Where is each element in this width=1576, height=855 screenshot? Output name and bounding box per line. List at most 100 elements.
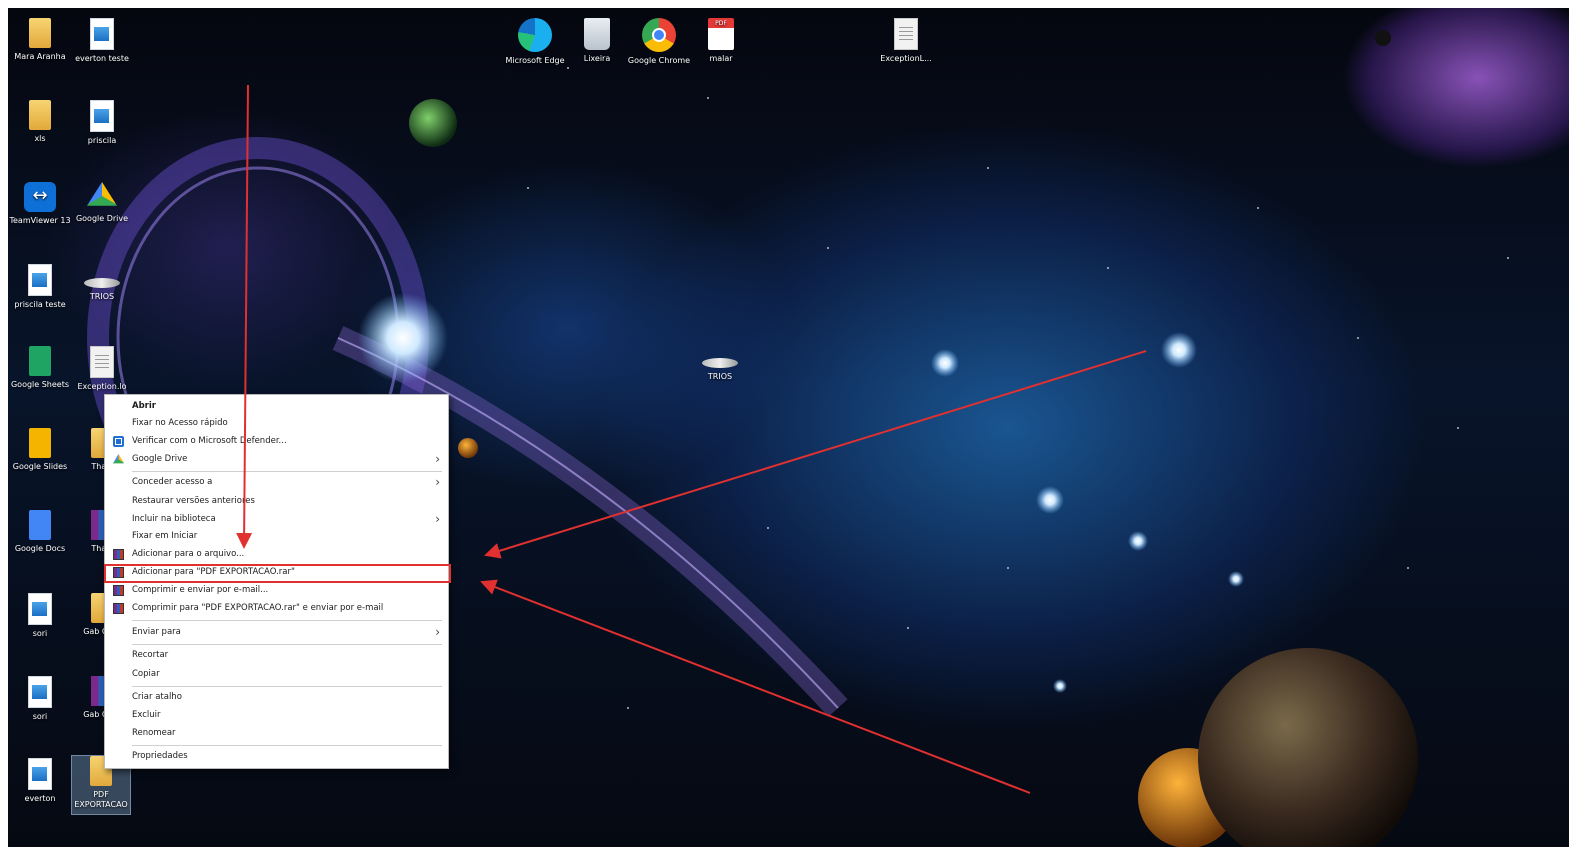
menu-item-label: Google Drive	[132, 454, 188, 464]
desktop-icon-google-docs[interactable]: Google Docs	[8, 510, 72, 554]
menu-item-label: Comprimir e enviar por e-mail...	[132, 585, 269, 595]
edge-icon	[518, 18, 552, 52]
menu-item-label: Incluir na biblioteca	[132, 514, 216, 524]
chevron-right-icon: ›	[435, 625, 440, 639]
desktop-icon-teamviewer[interactable]: TeamViewer 13	[8, 182, 72, 226]
icon-label: xls	[34, 134, 46, 143]
icon-label: Google Slides	[12, 462, 68, 471]
desktop-icon-lixeira[interactable]: Lixeira	[565, 18, 629, 64]
menu-item-label: Propriedades	[132, 751, 188, 761]
desktop-icon-microsoft-edge[interactable]: Microsoft Edge	[503, 18, 567, 66]
menu-item-label: Recortar	[132, 650, 169, 660]
teamviewer-icon	[24, 182, 56, 212]
menu-item-label: Adicionar para "PDF EXPORTACAO.rar"	[132, 567, 295, 577]
desktop-icon-google-sheets[interactable]: Google Sheets	[8, 346, 72, 390]
google-sheets-icon	[29, 346, 51, 376]
menu-item-label: Copiar	[132, 669, 160, 679]
menu-item-label: Fixar em Iniciar	[132, 531, 198, 541]
chevron-right-icon: ›	[435, 452, 440, 466]
menu-item-label: Excluir	[132, 710, 161, 720]
menu-item-properties[interactable]: Propriedades	[105, 748, 448, 765]
menu-item-rename[interactable]: Renomear	[105, 725, 448, 742]
pdf-file-icon	[708, 18, 734, 50]
menu-item-cut[interactable]: Recortar	[105, 647, 448, 664]
icon-label: Lixeira	[583, 54, 611, 63]
desktop-icon-mara-aranha[interactable]: Mara Aranha	[8, 18, 72, 62]
desktop-icon-xls[interactable]: xls	[8, 100, 72, 144]
folder-icon	[29, 100, 51, 130]
menu-separator	[132, 686, 442, 687]
defender-icon	[113, 436, 124, 447]
menu-separator	[132, 471, 442, 472]
icon-label: everton	[24, 794, 56, 803]
desktop-icon-sori-2[interactable]: sori	[8, 676, 72, 722]
winrar-icon	[113, 567, 124, 578]
icon-label: priscila	[87, 136, 117, 145]
icon-label: TRIOS	[89, 292, 115, 301]
icon-label: everton teste	[75, 54, 129, 63]
icon-label: Google Docs	[14, 544, 66, 553]
menu-item-label: Enviar para	[132, 627, 181, 637]
menu-item-send-to[interactable]: Enviar para ›	[105, 624, 448, 641]
icon-label: Google Chrome	[627, 56, 691, 65]
icon-label: Google Drive	[75, 214, 129, 223]
icon-label: sori	[32, 712, 48, 721]
text-file-icon	[894, 18, 918, 50]
menu-item-restore-versions[interactable]: Restaurar versões anteriores	[105, 493, 448, 510]
menu-item-add-to-rar[interactable]: Adicionar para "PDF EXPORTACAO.rar"	[105, 564, 448, 581]
desktop-icon-priscila-teste[interactable]: priscila teste	[8, 264, 72, 310]
folder-icon	[29, 18, 51, 48]
chevron-right-icon: ›	[435, 475, 440, 489]
menu-item-label: Restaurar versões anteriores	[132, 496, 255, 506]
menu-item-create-shortcut[interactable]: Criar atalho	[105, 689, 448, 706]
desktop-icon-exception-file[interactable]: ExceptionL...	[874, 18, 938, 64]
icon-label: Microsoft Edge	[505, 56, 565, 65]
desktop-icon-everton[interactable]: everton	[8, 758, 72, 804]
menu-item-compress-email[interactable]: Comprimir e enviar por e-mail...	[105, 582, 448, 599]
menu-item-pin-quick-access[interactable]: Fixar no Acesso rápido	[105, 415, 448, 432]
google-docs-icon	[29, 510, 51, 540]
winrar-icon	[113, 549, 124, 560]
winrar-icon	[113, 585, 124, 596]
menu-separator	[132, 620, 442, 621]
desktop-icon-everton-teste[interactable]: everton teste	[70, 18, 134, 64]
menu-item-open[interactable]: Abrir	[105, 398, 448, 415]
desktop-icon-google-drive[interactable]: Google Drive	[70, 182, 134, 224]
menu-item-copy[interactable]: Copiar	[105, 666, 448, 683]
menu-item-include-library[interactable]: Incluir na biblioteca ›	[105, 511, 448, 528]
desktop-icon-google-chrome[interactable]: Google Chrome	[627, 18, 691, 66]
icon-label: TRIOS	[707, 372, 733, 381]
menu-item-google-drive[interactable]: Google Drive ›	[105, 451, 448, 468]
desktop-icon-exception-log[interactable]: Exception.lo	[70, 346, 134, 392]
menu-item-defender-scan[interactable]: Verificar com o Microsoft Defender...	[105, 433, 448, 450]
menu-separator	[132, 644, 442, 645]
menu-item-label: Criar atalho	[132, 692, 182, 702]
desktop-icon-google-slides[interactable]: Google Slides	[8, 428, 72, 472]
menu-item-compress-rar-email[interactable]: Comprimir para "PDF EXPORTACAO.rar" e en…	[105, 600, 448, 617]
google-drive-icon	[113, 454, 124, 464]
icon-label: sori	[32, 629, 48, 638]
google-drive-icon	[87, 182, 117, 206]
menu-item-label: Verificar com o Microsoft Defender...	[132, 436, 287, 446]
icon-label: Mara Aranha	[14, 52, 66, 61]
winrar-icon	[113, 603, 124, 614]
menu-item-pin-start[interactable]: Fixar em Iniciar	[105, 528, 448, 545]
recycle-bin-icon	[584, 18, 610, 50]
desktop-icon-priscila[interactable]: priscila	[70, 100, 134, 146]
desktop-icon-sori-1[interactable]: sori	[8, 593, 72, 639]
icon-label: PDF EXPORTACAO	[74, 790, 128, 809]
menu-item-grant-access[interactable]: Conceder acesso a ›	[105, 474, 448, 491]
icon-label: ExceptionL...	[880, 54, 932, 63]
menu-item-delete[interactable]: Excluir	[105, 707, 448, 724]
spaceship-icon	[702, 358, 738, 368]
menu-separator	[132, 745, 442, 746]
menu-item-label: Comprimir para "PDF EXPORTACAO.rar" e en…	[132, 603, 384, 613]
google-slides-icon	[29, 428, 51, 458]
icon-label: TeamViewer 13	[9, 216, 71, 225]
desktop-icon-malar[interactable]: malar	[689, 18, 753, 64]
desktop-icon-trios-center[interactable]: TRIOS	[688, 344, 752, 382]
icon-label: priscila teste	[14, 300, 66, 309]
menu-item-add-to-archive[interactable]: Adicionar para o arquivo...	[105, 546, 448, 563]
desktop-icon-trios[interactable]: TRIOS	[70, 264, 134, 302]
icon-label: Exception.lo	[77, 382, 127, 391]
